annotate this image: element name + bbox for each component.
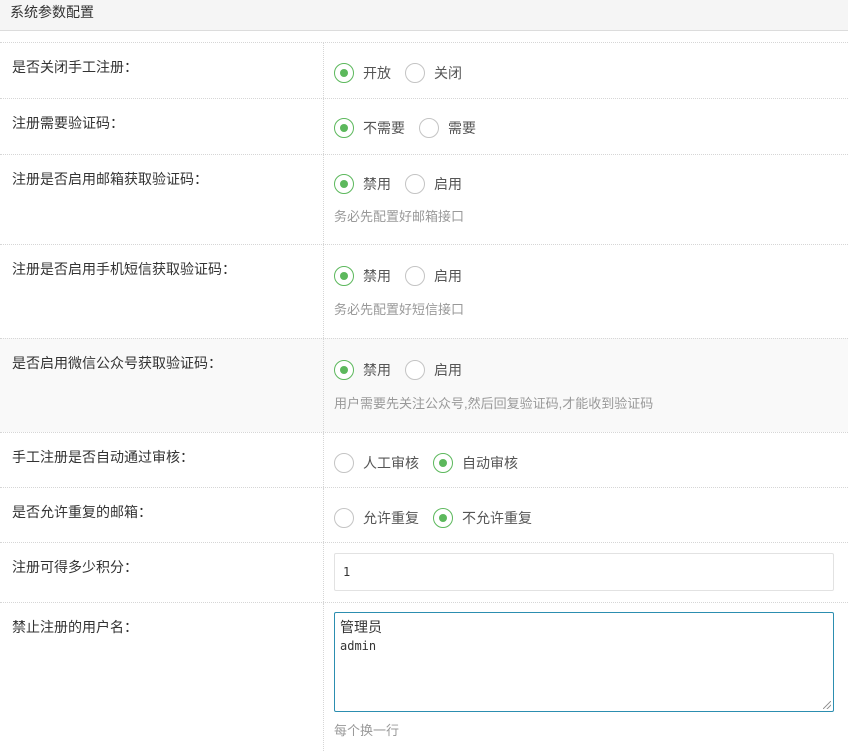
radio-button[interactable]: [419, 118, 439, 138]
radio-option-enable[interactable]: 启用: [405, 266, 462, 286]
setting-row-captcha: 注册需要验证码： 不需要 需要: [0, 98, 848, 154]
radio-option-allow-duplicate[interactable]: 允许重复: [334, 508, 419, 528]
radio-option-auto-review[interactable]: 自动审核: [433, 453, 518, 473]
setting-label: 是否启用微信公众号获取验证码：: [12, 355, 222, 371]
radio-button-checked[interactable]: [334, 174, 354, 194]
setting-row-manual-register: 是否关闭手工注册： 开放 关闭: [0, 42, 848, 98]
radio-label: 启用: [434, 362, 462, 378]
radio-label: 禁用: [363, 362, 391, 378]
setting-row-register-points: 注册可得多少积分： 1: [0, 542, 848, 602]
setting-label: 是否关闭手工注册：: [12, 59, 138, 75]
radio-group: 开放 关闭: [334, 63, 476, 83]
points-input[interactable]: 1: [334, 553, 834, 591]
radio-label: 禁用: [363, 176, 391, 192]
setting-row-duplicate-email: 是否允许重复的邮箱： 允许重复 不允许重复: [0, 487, 848, 542]
radio-label: 自动审核: [462, 455, 518, 471]
column-divider: [323, 339, 324, 432]
panel-header: 系统参数配置: [0, 0, 848, 31]
radio-group: 禁用 启用: [334, 266, 476, 286]
radio-group: 允许重复 不允许重复: [334, 508, 546, 528]
setting-row-wechat-code: 是否启用微信公众号获取验证码： 禁用 启用 用户需要先关注公众号,然后回复验证码…: [0, 338, 848, 432]
column-divider: [323, 433, 324, 487]
radio-label: 开放: [363, 65, 391, 81]
radio-button-checked[interactable]: [334, 63, 354, 83]
radio-button[interactable]: [405, 174, 425, 194]
textarea-line: admin: [340, 639, 377, 653]
setting-row-email-code: 注册是否启用邮箱获取验证码： 禁用 启用 务必先配置好邮箱接口: [0, 154, 848, 244]
radio-option-enable[interactable]: 启用: [405, 174, 462, 194]
radio-button[interactable]: [334, 508, 354, 528]
column-divider: [323, 99, 324, 154]
setting-label: 注册需要验证码：: [12, 115, 124, 131]
column-divider: [323, 43, 324, 98]
radio-option-close[interactable]: 关闭: [405, 63, 462, 83]
panel-title: 系统参数配置: [10, 4, 94, 20]
radio-option-disable[interactable]: 禁用: [334, 360, 391, 380]
hint-text: 用户需要先关注公众号,然后回复验证码,才能收到验证码: [334, 396, 654, 411]
radio-group: 禁用 启用: [334, 360, 476, 380]
setting-label: 手工注册是否自动通过审核：: [12, 449, 194, 465]
radio-option-disable[interactable]: 禁用: [334, 174, 391, 194]
column-divider: [323, 155, 324, 244]
setting-label: 注册是否启用邮箱获取验证码：: [12, 171, 208, 187]
radio-option-need[interactable]: 需要: [419, 118, 476, 138]
setting-row-banned-usernames: 禁止注册的用户名： 管理员 admin 每个换一行: [0, 602, 848, 751]
radio-button[interactable]: [405, 266, 425, 286]
setting-row-auto-approve: 手工注册是否自动通过审核： 人工审核 自动审核: [0, 432, 848, 487]
radio-label: 启用: [434, 176, 462, 192]
radio-label: 不允许重复: [462, 510, 532, 526]
column-divider: [323, 603, 324, 751]
radio-label: 启用: [434, 268, 462, 284]
radio-label: 关闭: [434, 65, 462, 81]
resize-grip-icon[interactable]: [823, 701, 831, 709]
radio-group: 禁用 启用: [334, 174, 476, 194]
hint-text: 务必先配置好邮箱接口: [334, 209, 465, 224]
column-divider: [323, 488, 324, 542]
setting-label: 注册是否启用手机短信获取验证码：: [12, 261, 236, 277]
radio-group: 不需要 需要: [334, 118, 490, 138]
radio-button-checked[interactable]: [334, 266, 354, 286]
radio-label: 人工审核: [363, 455, 419, 471]
setting-label: 是否允许重复的邮箱：: [12, 504, 152, 520]
radio-option-enable[interactable]: 启用: [405, 360, 462, 380]
column-divider: [323, 245, 324, 338]
radio-button[interactable]: [405, 63, 425, 83]
setting-row-sms-code: 注册是否启用手机短信获取验证码： 禁用 启用 务必先配置好短信接口: [0, 244, 848, 338]
hint-text: 务必先配置好短信接口: [334, 302, 465, 317]
radio-button[interactable]: [334, 453, 354, 473]
radio-label: 允许重复: [363, 510, 419, 526]
radio-label: 需要: [448, 120, 476, 136]
radio-label: 不需要: [363, 120, 405, 136]
radio-option-manual-review[interactable]: 人工审核: [334, 453, 419, 473]
radio-option-disallow-duplicate[interactable]: 不允许重复: [433, 508, 532, 528]
setting-label: 注册可得多少积分：: [12, 559, 138, 575]
radio-label: 禁用: [363, 268, 391, 284]
radio-option-disable[interactable]: 禁用: [334, 266, 391, 286]
banned-usernames-textarea[interactable]: 管理员 admin: [334, 612, 834, 712]
radio-option-no-need[interactable]: 不需要: [334, 118, 405, 138]
radio-button-checked[interactable]: [334, 360, 354, 380]
setting-label: 禁止注册的用户名：: [12, 619, 138, 635]
radio-group: 人工审核 自动审核: [334, 453, 532, 473]
radio-button-checked[interactable]: [334, 118, 354, 138]
radio-button[interactable]: [405, 360, 425, 380]
radio-button-checked[interactable]: [433, 508, 453, 528]
column-divider: [323, 543, 324, 602]
textarea-line: 管理员: [340, 620, 382, 636]
radio-option-open[interactable]: 开放: [334, 63, 391, 83]
radio-button-checked[interactable]: [433, 453, 453, 473]
hint-text: 每个换一行: [334, 723, 400, 738]
